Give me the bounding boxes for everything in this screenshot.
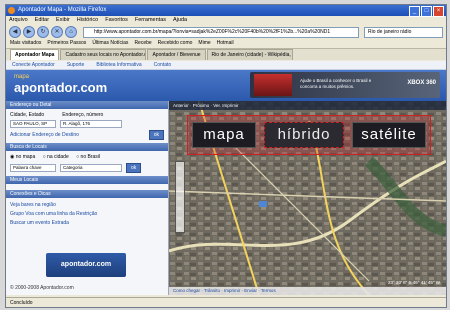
close-button[interactable]: × (433, 6, 444, 17)
tips-section: Veja bares na região Grupo Voa com uma l… (6, 198, 168, 231)
ad-banner[interactable]: Ajude o Brasil a conhecer o Brasil e con… (250, 72, 440, 98)
menu-ajuda[interactable]: Ajuda (173, 16, 187, 25)
status-bar: Concluído (6, 297, 446, 307)
back-button[interactable]: ◀ (9, 26, 21, 38)
site-nav: Conecte Apontador Suporte Bibliotea Info… (6, 61, 446, 70)
keyword-field[interactable]: Palavra chave (10, 164, 56, 172)
stop-button[interactable]: ✕ (51, 26, 63, 38)
window-title: Apontador Mapa - Mozilla Firefox (18, 7, 107, 13)
menu-exibir[interactable]: Exibir (56, 16, 70, 25)
radio-label: no Brasil (80, 154, 100, 160)
bookmark-item[interactable]: Hotmail (217, 39, 234, 48)
street-label: Endereço, número (62, 112, 104, 118)
address-ok-button[interactable]: ok (148, 130, 164, 140)
maximize-button[interactable]: □ (421, 6, 432, 17)
site-header: mapa apontador.com Ajude o Brasil a conh… (6, 70, 446, 102)
ad-image (254, 74, 292, 96)
locals-section-header[interactable]: Busca de Locais (6, 143, 168, 151)
site-nav-link[interactable]: Suporte (67, 61, 85, 69)
sidebar: Endereço ou Detal Cidade, Estado Endereç… (6, 101, 169, 295)
firefox-icon (8, 7, 15, 14)
menu-favoritos[interactable]: Favoritos (105, 16, 128, 25)
menu-arquivo[interactable]: Arquivo (9, 16, 28, 25)
site-nav-link[interactable]: Conecte Apontador (12, 61, 55, 69)
ad-brand: XBOX 360 (407, 80, 436, 86)
bookmark-item[interactable]: Recebido como (158, 39, 193, 48)
bookmark-item[interactable]: Mais visitados (10, 39, 41, 48)
locals-section: ◉ no mapa ○ na cidade ○ no Brasil Palavr… (6, 151, 168, 176)
address-section-header[interactable]: Endereço ou Detal (6, 101, 168, 109)
tip-link[interactable]: Veja bares na região (10, 201, 164, 210)
site-nav-link[interactable]: Contato (154, 61, 172, 69)
menu-historico[interactable]: Histórico (77, 16, 98, 25)
map-toolbar[interactable]: Anterior · Próximo · Ver. Imprimir (169, 101, 446, 110)
page-content: Conecte Apontador Suporte Bibliotea Info… (6, 61, 446, 295)
tips-section-header[interactable]: Conexões e Dicas (6, 190, 168, 198)
bookmark-item[interactable]: Primeiros Passos (47, 39, 86, 48)
radio-label: na cidade (47, 154, 69, 160)
map-mode-selector: mapa híbrido satélite (187, 115, 431, 155)
map-footer[interactable]: Como chegar · Trânsito · Imprimir · Envi… (169, 287, 446, 295)
ad-text: Ajude o Brasil a conhecer o Brasil e con… (300, 78, 372, 89)
window-controls: _ □ × (409, 6, 444, 17)
map-coordinates: 23° 33' 8" S 46° 41' 45" W (387, 280, 440, 285)
bookmark-item[interactable]: Últimas Notícias (92, 39, 128, 48)
tab-apontador-mapa[interactable]: Apontador Mapa (10, 49, 60, 60)
locals-ok-button[interactable]: ok (126, 163, 142, 173)
browser-window: Apontador Mapa - Mozilla Firefox _ □ × A… (5, 4, 447, 308)
address-section: Cidade, Estado Endereço, número SAO PAUL… (6, 109, 168, 143)
tip-link[interactable]: Grupo Voa com uma linha da Restrição (10, 210, 164, 219)
menu-editar[interactable]: Editar (35, 16, 49, 25)
navigation-toolbar: ◀ ▶ ↻ ✕ ⌂ http://www.apontador.com.br/ma… (6, 25, 446, 39)
city-label: Cidade, Estado (10, 112, 45, 118)
apontador-footer-logo[interactable]: apontador.com (46, 253, 126, 277)
mode-mapa-button[interactable]: mapa (192, 122, 256, 148)
menu-bar: Arquivo Editar Exibir Histórico Favorito… (6, 16, 446, 25)
tab-apontador-bievenue[interactable]: Apontador / Bievenue (147, 49, 206, 60)
radio-no-mapa[interactable]: ◉ no mapa (10, 154, 35, 160)
street-field[interactable]: R. Alagõ, 176 (60, 120, 122, 128)
minimize-button[interactable]: _ (409, 6, 420, 17)
site-nav-link[interactable]: Bibliotea Informativa (96, 61, 141, 69)
address-bar[interactable]: http://www.apontador.com.br/mapa/?lonvia… (83, 26, 359, 38)
radio-no-brasil[interactable]: ○ no Brasil (76, 154, 100, 160)
mode-hibrido-button[interactable]: híbrido (264, 122, 344, 148)
tip-link[interactable]: Buscar um evento Estrada (10, 219, 164, 228)
tab-rio-wikipedia[interactable]: Rio de Janeiro (cidade) - Wikipédia, a..… (206, 49, 293, 60)
radio-label: no mapa (15, 154, 36, 160)
search-input[interactable]: Rio de janeiro rádio (364, 26, 443, 38)
home-button[interactable]: ⌂ (65, 26, 77, 38)
city-field[interactable]: SAO PAULO, SP (10, 120, 56, 128)
add-destination-link[interactable]: Adicionar Endereço de Destino (10, 131, 79, 140)
title-bar: Apontador Mapa - Mozilla Firefox _ □ × (6, 5, 446, 17)
forward-button[interactable]: ▶ (23, 26, 35, 38)
tab-strip: Apontador Mapa Cadastro seus locais no A… (6, 49, 446, 60)
apontador-logo[interactable]: mapa apontador.com (14, 74, 107, 95)
tab-cadastro[interactable]: Cadastro seus locais no Apontador.com (60, 49, 147, 60)
bookmarks-bar: Mais visitados Primeiros Passos Últimas … (6, 39, 446, 49)
category-field[interactable]: Categoria (60, 164, 122, 172)
reload-button[interactable]: ↻ (37, 26, 49, 38)
bookmark-item[interactable]: Recebe (134, 39, 151, 48)
menu-ferramentas[interactable]: Ferramentas (135, 16, 166, 25)
logo-text: apontador.com (14, 80, 108, 95)
zoom-slider[interactable] (175, 161, 185, 233)
bookmark-item[interactable]: Mime (198, 39, 210, 48)
map-view[interactable]: Anterior · Próximo · Ver. Imprimir mapa … (169, 101, 446, 295)
copyright: © 2000-2008 Apontador.com (10, 285, 74, 291)
radio-na-cidade[interactable]: ○ na cidade (43, 154, 69, 160)
myplaces-section-header[interactable]: Meus Locais (6, 176, 168, 184)
mode-satelite-button[interactable]: satélite (352, 122, 426, 148)
